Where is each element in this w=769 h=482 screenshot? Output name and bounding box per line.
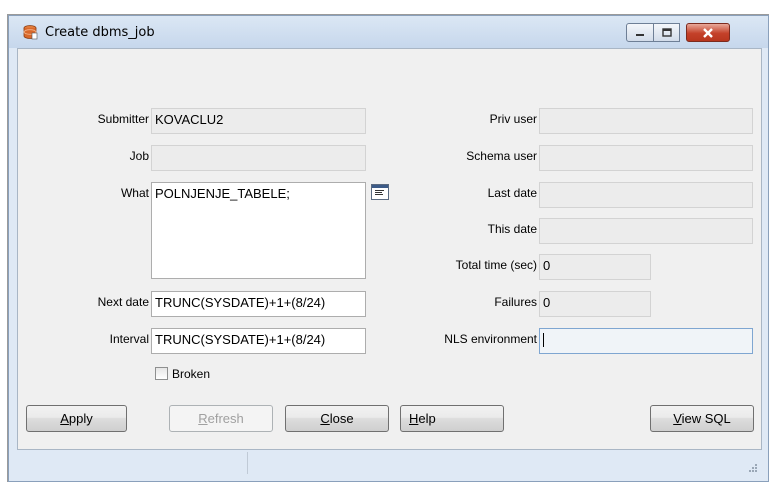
schema-user-field[interactable]	[539, 145, 753, 171]
broken-checkbox[interactable]	[155, 367, 168, 380]
help-label: elp	[418, 411, 436, 426]
view-sql-label: iew SQL	[681, 411, 731, 426]
view-sql-button[interactable]: View SQL	[650, 405, 754, 432]
what-label: What	[120, 186, 149, 200]
apply-label: pply	[68, 411, 93, 426]
resize-grip-icon[interactable]	[748, 462, 758, 472]
nls-environment-field[interactable]	[539, 328, 753, 354]
total-time-label: Total time (sec)	[455, 258, 537, 272]
close-button[interactable]: Close	[285, 405, 389, 432]
next-date-label: Next date	[97, 295, 149, 309]
apply-mnemonic: A	[60, 411, 69, 426]
close-label: lose	[329, 411, 354, 426]
submitter-field[interactable]: KOVACLU2	[151, 108, 366, 134]
interval-field[interactable]: TRUNC(SYSDATE)+1+(8/24)	[151, 328, 366, 354]
schema-user-label: Schema user	[466, 149, 537, 163]
total-time-field[interactable]: 0	[539, 254, 651, 280]
help-mnemonic: H	[409, 411, 419, 426]
failures-field[interactable]: 0	[539, 291, 651, 317]
status-bar	[17, 450, 762, 476]
next-date-field[interactable]: TRUNC(SYSDATE)+1+(8/24)	[151, 291, 366, 317]
window-title: Create dbms_job	[45, 25, 155, 40]
failures-label: Failures	[494, 295, 537, 309]
this-date-field[interactable]	[539, 218, 753, 244]
submitter-label: Submitter	[97, 112, 149, 126]
priv-user-field[interactable]	[539, 108, 753, 134]
view-sql-mnemonic: V	[673, 411, 682, 426]
interval-label: Interval	[109, 332, 149, 346]
job-label: Job	[129, 149, 149, 163]
refresh-label: efresh	[207, 411, 244, 426]
minimize-icon	[627, 24, 653, 41]
last-date-label: Last date	[487, 186, 537, 200]
this-date-label: This date	[487, 222, 537, 236]
minimize-button[interactable]	[626, 23, 654, 42]
status-pane	[17, 452, 248, 474]
apply-button[interactable]: Apply	[26, 405, 127, 432]
close-window-button[interactable]	[686, 23, 730, 42]
title-bar[interactable]: Create dbms_job	[9, 16, 768, 48]
text-caret	[543, 332, 544, 347]
database-icon	[22, 24, 38, 40]
help-button[interactable]: Help	[400, 405, 504, 432]
job-field[interactable]	[151, 145, 366, 171]
priv-user-label: Priv user	[489, 112, 537, 126]
close-mnemonic: C	[320, 411, 330, 426]
close-icon	[687, 24, 729, 41]
maximize-icon	[654, 24, 679, 41]
last-date-field[interactable]	[539, 182, 753, 208]
text-editor-icon[interactable]	[371, 184, 389, 200]
create-dbms-job-window: Create dbms_job Submitter KOVACLU2 Job W…	[8, 15, 769, 482]
nls-environment-label: NLS environment	[444, 332, 537, 346]
what-textarea[interactable]: POLNJENJE_TABELE;	[151, 182, 366, 279]
broken-label[interactable]: Broken	[172, 367, 210, 381]
refresh-button[interactable]: Refresh	[169, 405, 273, 432]
maximize-button[interactable]	[653, 23, 680, 42]
dialog-body: Submitter KOVACLU2 Job What POLNJENJE_TA…	[17, 48, 762, 450]
refresh-mnemonic: R	[198, 411, 208, 426]
